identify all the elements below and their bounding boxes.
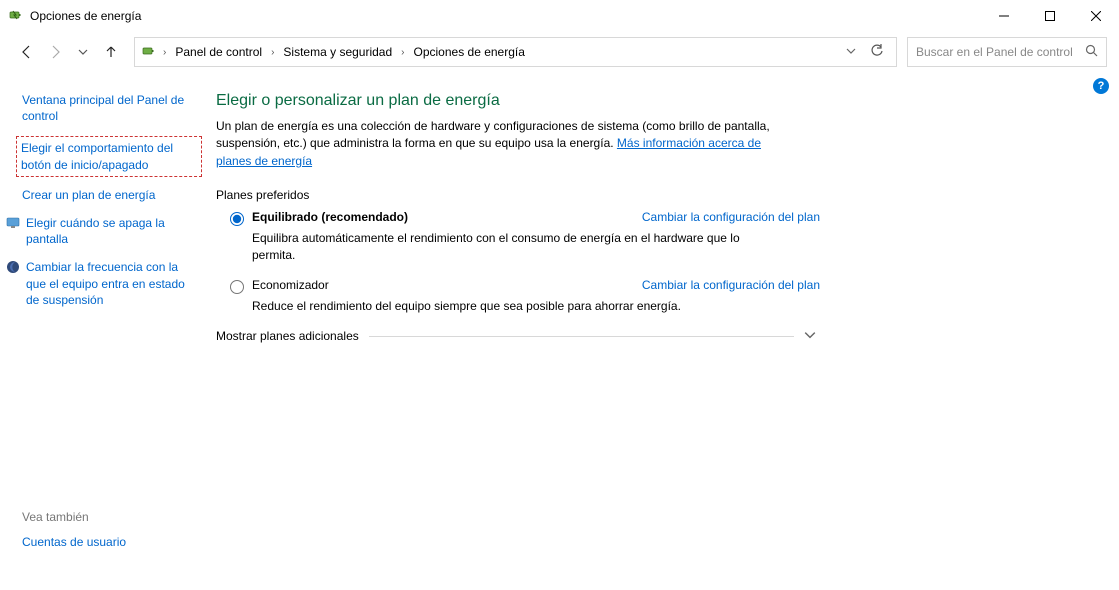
maximize-button[interactable] — [1027, 0, 1073, 32]
see-also-header: Vea también — [22, 510, 200, 524]
sidebar-footer: Vea también Cuentas de usuario — [22, 510, 200, 578]
chevron-right-icon[interactable]: › — [399, 47, 406, 58]
window-title: Opciones de energía — [30, 9, 141, 23]
plan-radio-saver[interactable] — [230, 280, 244, 294]
search-input[interactable] — [916, 45, 1081, 59]
plan-description: Reduce el rendimiento del equipo siempre… — [252, 298, 772, 315]
search-icon[interactable] — [1085, 44, 1098, 60]
intro-text: Un plan de energía es una colección de h… — [216, 118, 796, 170]
up-button[interactable] — [98, 39, 124, 65]
search-box[interactable] — [907, 37, 1107, 67]
forward-button[interactable] — [42, 39, 68, 65]
plan-description: Equilibra automáticamente el rendimiento… — [252, 230, 772, 264]
divider — [369, 336, 794, 337]
expander-label: Mostrar planes adicionales — [216, 329, 359, 343]
chevron-right-icon[interactable]: › — [269, 47, 276, 58]
breadcrumb-item[interactable]: Panel de control — [172, 45, 265, 59]
recent-dropdown[interactable] — [70, 39, 96, 65]
sidebar-item-sleep-settings[interactable]: Cambiar la frecuencia con la que el equi… — [26, 259, 200, 308]
chevron-right-icon[interactable]: › — [161, 47, 168, 58]
plan-name[interactable]: Economizador — [252, 278, 329, 292]
plan-radio-balanced[interactable] — [230, 212, 244, 226]
battery-icon — [141, 43, 157, 62]
change-plan-settings-link[interactable]: Cambiar la configuración del plan — [642, 278, 820, 292]
title-bar: Opciones de energía — [0, 0, 1119, 32]
change-plan-settings-link[interactable]: Cambiar la configuración del plan — [642, 210, 820, 224]
nav-row: › Panel de control › Sistema y seguridad… — [0, 32, 1119, 72]
breadcrumb-item[interactable]: Sistema y seguridad — [280, 45, 395, 59]
chevron-down-icon[interactable] — [846, 45, 856, 59]
help-icon[interactable]: ? — [1093, 78, 1109, 94]
plan-row: Economizador Cambiar la configuración de… — [230, 278, 820, 294]
breadcrumb-item[interactable]: Opciones de energía — [411, 45, 528, 59]
monitor-icon — [6, 215, 20, 259]
page-heading: Elegir o personalizar un plan de energía — [216, 92, 1069, 110]
show-more-plans[interactable]: Mostrar planes adicionales — [216, 329, 816, 344]
address-bar[interactable]: › Panel de control › Sistema y seguridad… — [134, 37, 897, 67]
sidebar-item-create-plan[interactable]: Crear un plan de energía — [22, 187, 200, 203]
refresh-icon[interactable] — [870, 44, 884, 61]
minimize-button[interactable] — [981, 0, 1027, 32]
back-button[interactable] — [14, 39, 40, 65]
plan-name[interactable]: Equilibrado (recomendado) — [252, 210, 408, 224]
preferred-plans-label: Planes preferidos — [216, 188, 1069, 202]
sidebar-item-control-panel-home[interactable]: Ventana principal del Panel de control — [22, 92, 200, 124]
window-controls — [981, 0, 1119, 32]
sidebar: Ventana principal del Panel de control E… — [0, 72, 210, 590]
moon-icon — [6, 259, 20, 320]
sidebar-item-power-button-behavior[interactable]: Elegir el comportamiento del botón de in… — [21, 140, 197, 172]
highlight-box: Elegir el comportamiento del botón de in… — [16, 136, 202, 176]
sidebar-item-display-off[interactable]: Elegir cuándo se apaga la pantalla — [26, 215, 200, 247]
plan-row: Equilibrado (recomendado) Cambiar la con… — [230, 210, 820, 226]
battery-icon — [8, 7, 24, 26]
close-button[interactable] — [1073, 0, 1119, 32]
main-content: ? Elegir o personalizar un plan de energ… — [210, 72, 1119, 590]
sidebar-item-user-accounts[interactable]: Cuentas de usuario — [22, 534, 200, 550]
chevron-down-icon — [804, 329, 816, 344]
